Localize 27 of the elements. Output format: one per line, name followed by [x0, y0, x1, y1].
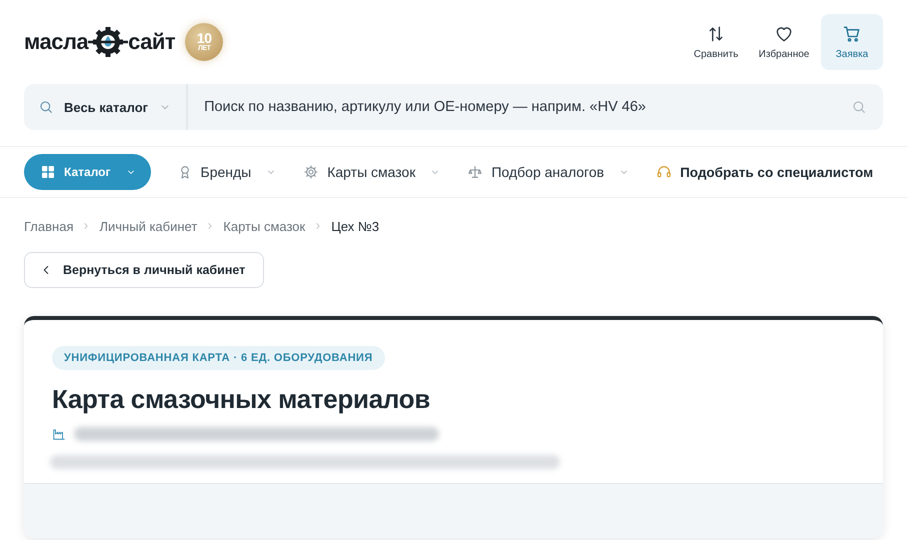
gear-logo-icon: [88, 25, 128, 59]
headset-icon: [656, 164, 672, 180]
header-action-button[interactable]: Заявка: [821, 14, 883, 70]
catalog-scope-dropdown[interactable]: Весь каталог: [24, 84, 188, 130]
header-action-button[interactable]: Сравнить: [685, 14, 747, 70]
breadcrumb-link[interactable]: Главная: [24, 218, 74, 234]
gear-icon: [303, 164, 320, 180]
tag-label: УНИФИЦИРОВАННАЯ КАРТА · 6 ЕД. ОБОРУДОВАНИЯ: [52, 346, 385, 370]
search-icon: [38, 99, 54, 115]
factory-icon: [52, 427, 66, 441]
search-icon: [851, 99, 867, 115]
nav-menu-item[interactable]: Подобрать со специалистом: [656, 164, 874, 180]
cart-icon: [842, 24, 862, 44]
grid-icon: [40, 164, 56, 180]
logo-text: масла: [24, 29, 88, 55]
header-action-button[interactable]: Избранное: [753, 14, 815, 70]
nav-menu-item[interactable]: Подбор аналогов: [467, 164, 630, 180]
search-button[interactable]: [851, 99, 867, 115]
scales-icon: [467, 164, 484, 180]
breadcrumb-current: Цех №3: [331, 218, 380, 234]
page-title: Карта смазочных материалов: [52, 384, 432, 415]
breadcrumb-link[interactable]: Карты смазок: [223, 218, 306, 234]
breadcrumb-link[interactable]: Личный кабинет: [99, 218, 198, 234]
nav-menu-item[interactable]: Карты смазок: [303, 164, 442, 180]
nav-menu-item[interactable]: Бренды: [176, 164, 278, 180]
back-button[interactable]: Вернуться в личный кабинет: [24, 252, 264, 288]
logo-text: сайт: [128, 29, 176, 55]
